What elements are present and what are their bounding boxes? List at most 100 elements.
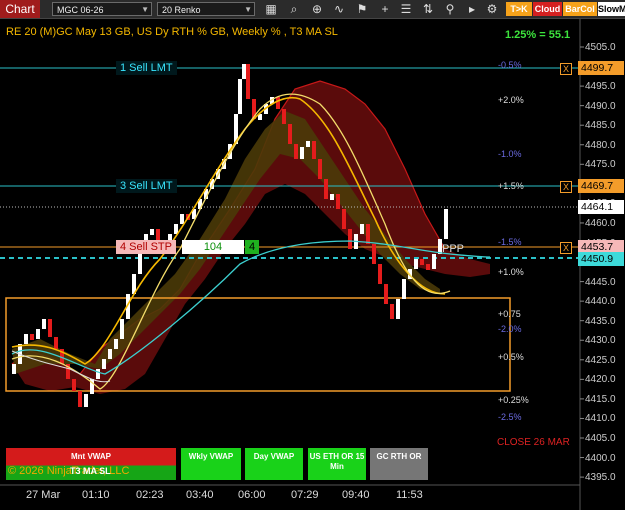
renko-bar xyxy=(108,349,112,359)
renko-bar xyxy=(360,224,364,234)
trade-icon[interactable]: ⇅ xyxy=(420,1,436,17)
correlation-readout: 1.25% = 55.1 xyxy=(505,29,571,41)
gc-rth-or-button[interactable]: GC RTH OR xyxy=(370,448,428,480)
price-axis-label: 4475.0 xyxy=(585,159,616,171)
renko-bar xyxy=(114,339,118,349)
price-axis-label: 4435.0 xyxy=(585,315,616,327)
renko-bar xyxy=(96,369,100,379)
renko-bar xyxy=(282,109,286,124)
price-axis-label: 4440.0 xyxy=(585,296,616,308)
renko-bar xyxy=(242,64,246,79)
strategy-icon[interactable]: ⚑ xyxy=(354,1,370,17)
pct-label: -2.0% xyxy=(498,324,522,334)
renko-bar xyxy=(324,179,328,199)
mnt-vwap-label: Mnt VWAP xyxy=(71,452,111,461)
renko-bar xyxy=(390,304,394,319)
attach-icon[interactable]: ⚲ xyxy=(442,1,458,17)
bar-type-value: 20 Renko xyxy=(162,5,201,15)
renko-bar xyxy=(318,159,322,179)
price-axis-label: 4505.0 xyxy=(585,42,616,53)
properties-icon[interactable]: ☰ xyxy=(398,1,414,17)
close-date-label: CLOSE 26 MAR xyxy=(497,437,570,448)
renko-bar xyxy=(432,254,436,269)
price-tag-sell-lmt-3: 4469.7 xyxy=(578,179,624,193)
price-axis-label: 4400.0 xyxy=(585,452,616,464)
price-axis-label: 4460.0 xyxy=(585,217,616,229)
time-label: 02:23 xyxy=(136,489,164,501)
order-sell-stp-4[interactable]: 4 Sell STP xyxy=(116,240,176,254)
renko-bar xyxy=(426,264,430,270)
order-sell-lmt-1[interactable]: 1 Sell LMT xyxy=(116,61,177,75)
us-eth-or-button[interactable]: US ETH OR 15 Min xyxy=(308,448,366,480)
time-label: 03:40 xyxy=(186,489,214,501)
slowm-toggle[interactable]: SlowM xyxy=(598,2,625,16)
indicator-icon[interactable]: ∿ xyxy=(331,1,347,17)
bar-type-selector[interactable]: 20 Renko ▼ xyxy=(157,2,255,16)
cloud-toggle[interactable]: Cloud xyxy=(533,2,562,16)
crosshair-icon[interactable]: ⊕ xyxy=(309,1,325,17)
renko-bar xyxy=(300,147,304,159)
pct-label: +2.0% xyxy=(498,95,524,105)
renko-bar xyxy=(342,209,346,229)
barcol-toggle[interactable]: BarCol xyxy=(563,2,597,16)
cancel-order-1-button[interactable]: X xyxy=(560,63,572,75)
renko-bar xyxy=(276,97,280,109)
price-axis-label: 4425.0 xyxy=(585,354,616,366)
renko-bar xyxy=(396,299,400,319)
instrument-value: MGC 06-26 xyxy=(57,5,104,15)
price-tag-sell-lmt-1: 4499.7 xyxy=(578,61,624,75)
wkly-vwap-button[interactable]: Wkly VWAP xyxy=(181,448,241,480)
renko-bar xyxy=(312,141,316,159)
chart-panel[interactable]: RE 20 (M)GC May 13 GB, US Dy RTH % GB, W… xyxy=(0,19,625,510)
price-axis-label: 4430.0 xyxy=(585,335,616,347)
settings-icon[interactable]: ⚙ xyxy=(484,1,500,17)
renko-bar xyxy=(366,224,370,244)
renko-bar xyxy=(24,334,28,344)
cloud-area xyxy=(12,81,490,394)
price-axis-label: 4405.0 xyxy=(585,433,616,444)
zoom-icon[interactable]: ⌕ xyxy=(286,1,302,17)
cancel-order-4-button[interactable]: X xyxy=(560,242,572,254)
more-icon[interactable]: ▸ xyxy=(464,1,480,17)
renko-bar xyxy=(120,319,124,339)
add-icon[interactable]: + xyxy=(377,1,393,17)
instrument-selector[interactable]: MGC 06-26 ▼ xyxy=(52,2,152,16)
price-tag-last: 4464.1 xyxy=(578,200,624,214)
tk-toggle[interactable]: T>K xyxy=(506,2,532,16)
pct-label: -0.5% xyxy=(498,60,522,70)
order-quantity[interactable]: 104 xyxy=(182,240,244,254)
time-axis[interactable]: 27 Mar 01:10 02:23 03:40 06:00 07:29 09:… xyxy=(0,486,580,510)
renko-bar xyxy=(30,334,34,340)
renko-bar xyxy=(180,214,184,224)
time-label: 11:53 xyxy=(396,489,423,501)
time-label: 07:29 xyxy=(291,489,319,501)
pct-label: -2.5% xyxy=(498,412,522,422)
renko-bar xyxy=(150,229,154,235)
day-vwap-button[interactable]: Day VWAP xyxy=(245,448,303,480)
price-axis-label: 4445.0 xyxy=(585,276,616,288)
cancel-order-3-button[interactable]: X xyxy=(560,181,572,193)
renko-bar xyxy=(238,79,242,114)
pct-label: +1.0% xyxy=(498,267,524,277)
time-label: 09:40 xyxy=(342,489,370,501)
renko-bar xyxy=(378,264,382,284)
renko-bar xyxy=(420,259,424,265)
t3-ma-sl-label[interactable]: T3 MA SL xyxy=(70,466,111,476)
toolbar: Chart MGC 06-26 ▼ 20 Renko ▼ ▦ ⌕ ⊕ ∿ ⚑ +… xyxy=(0,0,625,19)
order-sell-lmt-3[interactable]: 3 Sell LMT xyxy=(116,179,177,193)
drawing-tools-icon[interactable]: ▦ xyxy=(263,1,279,17)
time-label: 01:10 xyxy=(82,489,110,501)
renko-bar xyxy=(444,209,448,239)
renko-bar xyxy=(12,364,16,374)
price-axis-label: 4480.0 xyxy=(585,139,616,151)
renko-bar xyxy=(36,329,40,339)
renko-bar xyxy=(48,319,52,337)
price-axis-label: 4485.0 xyxy=(585,120,616,132)
pct-label: +0.5% xyxy=(498,352,524,362)
copyright-text: © 2026 NinjaTrader, LLC xyxy=(8,465,130,477)
price-axis-label: 4395.0 xyxy=(585,472,616,484)
renko-bar xyxy=(54,337,58,349)
chart-menu-button[interactable]: Chart xyxy=(0,0,40,18)
price-axis-label: 4490.0 xyxy=(585,100,616,112)
chevron-down-icon: ▼ xyxy=(244,5,252,14)
